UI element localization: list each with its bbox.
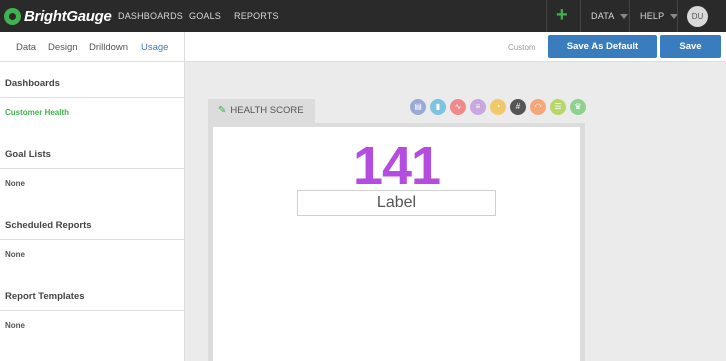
scheduled-reports-section: Scheduled Reports None [0, 212, 184, 259]
dashboards-section: Dashboards Customer Health [0, 70, 184, 117]
widget-title-tab[interactable]: ✎ HEALTH SCORE [208, 99, 315, 123]
divider [546, 0, 547, 32]
brand-name: BrightGauge [24, 7, 112, 25]
action-bar: Custom Save As Default Save [185, 32, 726, 62]
sidebar: Data Design Drilldown Usage Dashboards C… [0, 32, 185, 361]
section-empty-text: None [5, 250, 25, 259]
line-chart-icon[interactable]: ∿ [450, 99, 466, 115]
tab-data[interactable]: Data [16, 42, 36, 53]
user-avatar[interactable]: DU [687, 6, 708, 27]
stacked-bar-icon[interactable]: ≡ [470, 99, 486, 115]
custom-label: Custom [508, 43, 536, 52]
add-plus-icon[interactable]: + [556, 3, 568, 27]
save-button[interactable]: Save [660, 35, 721, 58]
brand-logo[interactable]: BrightGauge [4, 6, 112, 26]
widget-preview: 141 Label [213, 127, 580, 361]
table-icon[interactable]: ▤ [410, 99, 426, 115]
report-templates-section: Report Templates None [0, 283, 184, 330]
tab-design[interactable]: Design [48, 42, 78, 53]
data-menu-label: DATA [591, 11, 615, 21]
pencil-edit-icon: ✎ [218, 105, 227, 116]
divider [629, 0, 630, 32]
section-empty-text: None [5, 179, 25, 188]
nav-dashboards[interactable]: DASHBOARDS [118, 11, 183, 21]
bar-chart-icon[interactable]: ▮ [430, 99, 446, 115]
section-title: Dashboards [0, 70, 184, 98]
editor-tabs: Data Design Drilldown Usage [0, 32, 184, 62]
widget-title: HEALTH SCORE [230, 105, 304, 116]
nav-goals[interactable]: GOALS [189, 11, 221, 21]
label-input[interactable]: Label [297, 190, 496, 216]
divider [677, 0, 678, 32]
gauge-icon[interactable]: ◠ [530, 99, 546, 115]
section-title: Scheduled Reports [0, 212, 184, 240]
save-as-default-button[interactable]: Save As Default [548, 35, 657, 58]
top-navbar: BrightGauge DASHBOARDS GOALS REPORTS + D… [0, 0, 726, 32]
list-icon[interactable]: ☰ [550, 99, 566, 115]
pie-chart-icon[interactable]: ◔ [490, 99, 506, 115]
metric-value: 141 [352, 136, 441, 196]
goal-lists-section: Goal Lists None [0, 141, 184, 188]
section-title: Report Templates [0, 283, 184, 311]
chevron-down-icon [620, 14, 629, 20]
divider [580, 0, 581, 32]
numeric-icon[interactable]: # [510, 99, 526, 115]
tab-drilldown[interactable]: Drilldown [89, 42, 128, 53]
data-menu[interactable]: DATA [591, 11, 629, 21]
help-menu-label: HELP [640, 11, 665, 21]
dashboard-link-customer-health[interactable]: Customer Health [0, 108, 184, 117]
section-title: Goal Lists [0, 141, 184, 169]
nav-reports[interactable]: REPORTS [234, 11, 279, 21]
help-menu[interactable]: HELP [640, 11, 679, 21]
brightgauge-logo-icon [4, 7, 21, 25]
tab-usage[interactable]: Usage [141, 42, 168, 53]
section-empty-text: None [5, 321, 25, 330]
trophy-icon[interactable]: ♛ [570, 99, 586, 115]
